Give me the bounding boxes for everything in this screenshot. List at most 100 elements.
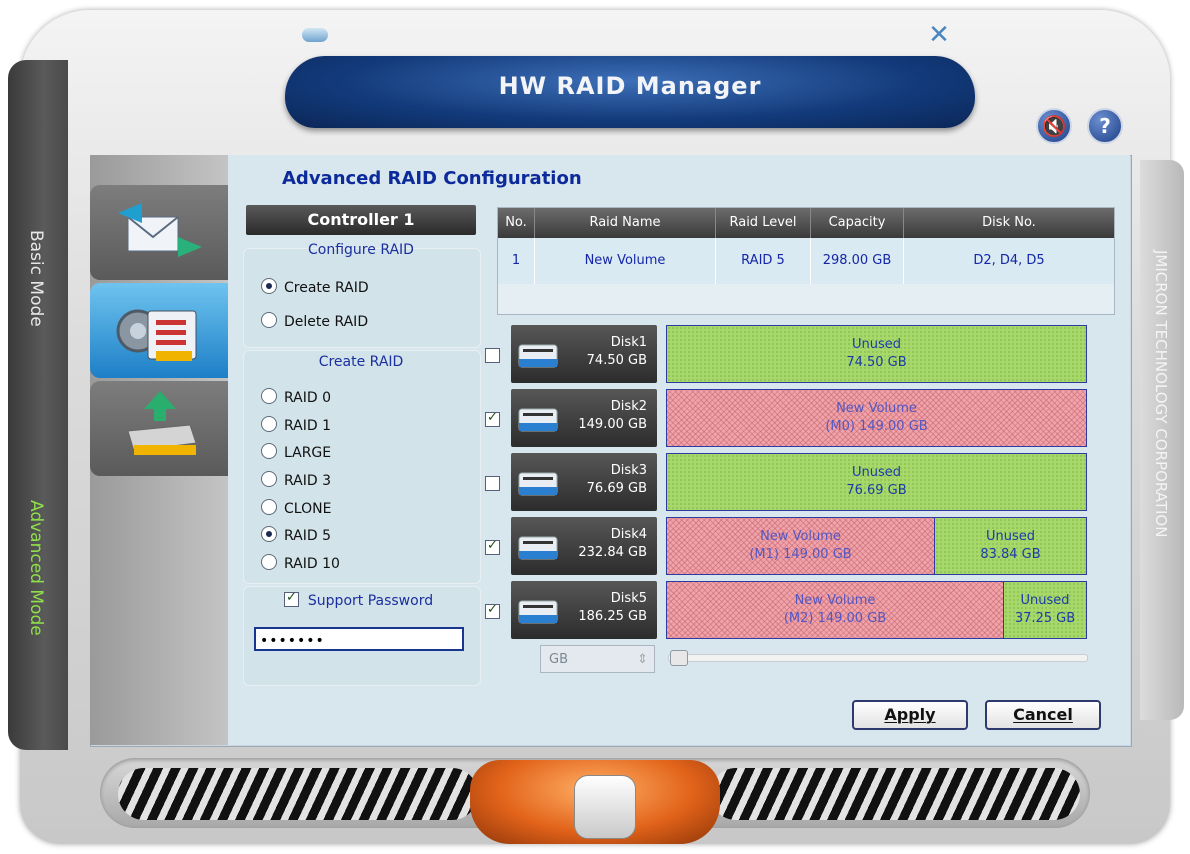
- sidebar-item-firmware[interactable]: [90, 381, 228, 476]
- disk1-unused-segment[interactable]: Unused 74.50 GB: [666, 325, 1087, 383]
- segment-size: 74.50 GB: [846, 355, 907, 370]
- controller-label: Controller 1: [246, 205, 476, 235]
- disk5-unused-segment[interactable]: Unused 37.25 GB: [1003, 581, 1087, 639]
- radio-dot: [261, 312, 277, 328]
- segment-label: Unused: [851, 337, 902, 352]
- right-grille: [710, 768, 1080, 820]
- left-grille: [118, 768, 478, 820]
- delete-raid-radio[interactable]: Delete RAID: [261, 312, 368, 332]
- radio-dot: [261, 416, 277, 432]
- segment-size: (M1) 149.00 GB: [749, 547, 852, 562]
- basic-mode-tab[interactable]: Basic Mode: [26, 230, 46, 327]
- mail-transfer-icon: [118, 203, 202, 257]
- disk1-checkbox[interactable]: [485, 348, 500, 363]
- size-unit-spinner[interactable]: GB ⇕: [540, 645, 655, 673]
- disk-label: Disk3 76.69 GB: [567, 462, 647, 498]
- radio-label: RAID 5: [284, 528, 332, 544]
- disk2-tile[interactable]: Disk2 149.00 GB: [511, 389, 657, 447]
- disk2-volume-segment[interactable]: New Volume (M0) 149.00 GB: [666, 389, 1087, 447]
- radio-label: Delete RAID: [284, 314, 369, 330]
- disk4-volume-segment[interactable]: New Volume (M1) 149.00 GB: [666, 517, 935, 575]
- disk4-checkbox[interactable]: [485, 538, 500, 555]
- minimize-icon[interactable]: [302, 28, 328, 42]
- column-header: No.: [498, 208, 535, 238]
- column-header: Raid Level: [716, 208, 811, 238]
- disk-label: Disk5 186.25 GB: [567, 590, 647, 626]
- unit-value: GB: [549, 652, 568, 667]
- table-cell: D2, D4, D5: [904, 238, 1114, 284]
- radio-label: RAID 10: [284, 556, 340, 572]
- create-raid-radio[interactable]: Create RAID: [261, 278, 369, 298]
- raid-table: No. Raid Name Raid Level Capacity Disk N…: [497, 207, 1115, 315]
- close-icon[interactable]: ✕: [925, 22, 953, 48]
- disk4-tile[interactable]: Disk4 232.84 GB: [511, 517, 657, 575]
- apply-button[interactable]: Apply: [852, 700, 968, 730]
- radio-dot: [261, 443, 277, 459]
- support-password-checkbox[interactable]: Support Password: [284, 590, 433, 609]
- title-bar: HW RAID Manager: [285, 56, 975, 128]
- disk3-tile[interactable]: Disk3 76.69 GB: [511, 453, 657, 511]
- radio-label: Create RAID: [284, 280, 369, 296]
- segment-label: New Volume: [760, 529, 841, 544]
- disk3-unused-segment[interactable]: Unused 76.69 GB: [666, 453, 1087, 511]
- vendor-strip: JMICRON TECHNOLOGY CORPORATION: [1140, 160, 1184, 720]
- disk5-tile[interactable]: Disk5 186.25 GB: [511, 581, 657, 639]
- raid0-radio[interactable]: RAID 0: [261, 388, 331, 408]
- spinner-arrows-icon[interactable]: ⇕: [637, 646, 648, 674]
- radio-dot: [261, 388, 277, 404]
- raid10-radio[interactable]: RAID 10: [261, 554, 340, 574]
- speaker-mute-icon[interactable]: 🔇: [1036, 108, 1072, 144]
- password-field[interactable]: •••••••: [254, 627, 464, 651]
- hard-disk-icon: [518, 536, 558, 560]
- disk3-checkbox[interactable]: [485, 476, 500, 491]
- radio-dot: [261, 554, 277, 570]
- clone-radio[interactable]: CLONE: [261, 499, 331, 519]
- hard-disk-icon: [518, 408, 558, 432]
- disk-name: Disk1: [610, 335, 647, 350]
- disk-size: 232.84 GB: [578, 545, 647, 560]
- disk5-checkbox[interactable]: [485, 602, 500, 619]
- raid3-radio[interactable]: RAID 3: [261, 471, 331, 491]
- hard-disk-icon: [518, 344, 558, 368]
- segment-size: 83.84 GB: [980, 547, 1041, 562]
- table-cell: New Volume: [535, 238, 716, 284]
- segment-size: 76.69 GB: [846, 483, 907, 498]
- cancel-button[interactable]: Cancel: [985, 700, 1101, 730]
- chip-download-icon: [127, 391, 197, 455]
- segment-label: Unused: [1020, 593, 1070, 608]
- disk-size: 76.69 GB: [586, 481, 647, 496]
- help-icon[interactable]: ?: [1087, 108, 1123, 144]
- column-header: Capacity: [811, 208, 904, 238]
- disk-size: 186.25 GB: [578, 609, 647, 624]
- table-cell: RAID 5: [716, 238, 811, 284]
- radio-dot: [261, 499, 277, 515]
- column-header: Disk No.: [904, 208, 1114, 238]
- disk-name: Disk2: [610, 399, 647, 414]
- sidebar: [90, 155, 228, 745]
- mode-tab-strip: Basic Mode Advanced Mode: [8, 60, 68, 750]
- advanced-mode-tab[interactable]: Advanced Mode: [26, 500, 46, 636]
- large-radio[interactable]: LARGE: [261, 443, 331, 463]
- configure-raid-group: [243, 248, 481, 348]
- table-cell: 1: [498, 238, 535, 284]
- disk-name: Disk4: [610, 527, 647, 542]
- disk-label: Disk2 149.00 GB: [567, 398, 647, 434]
- page-title: Advanced RAID Configuration: [282, 168, 582, 189]
- raid1-radio[interactable]: RAID 1: [261, 416, 331, 436]
- disk2-checkbox[interactable]: [485, 410, 500, 427]
- configure-raid-title: Configure RAID: [308, 242, 414, 258]
- disk5-volume-segment[interactable]: New Volume (M2) 149.00 GB: [666, 581, 1004, 639]
- size-slider-track[interactable]: [668, 654, 1088, 662]
- disk1-tile[interactable]: Disk1 74.50 GB: [511, 325, 657, 383]
- disk4-unused-segment[interactable]: Unused 83.84 GB: [934, 517, 1087, 575]
- radio-label: LARGE: [284, 445, 332, 461]
- raid5-radio[interactable]: RAID 5: [261, 526, 331, 546]
- sidebar-item-raid-config[interactable]: [90, 283, 228, 378]
- segment-label: Unused: [985, 529, 1036, 544]
- size-slider-handle[interactable]: [670, 650, 688, 666]
- sidebar-item-general[interactable]: [90, 185, 228, 280]
- disk-label: Disk4 232.84 GB: [567, 526, 647, 562]
- hard-disk-icon: [518, 600, 558, 624]
- gear-config-icon: [116, 309, 197, 361]
- center-knob-button[interactable]: [574, 775, 636, 839]
